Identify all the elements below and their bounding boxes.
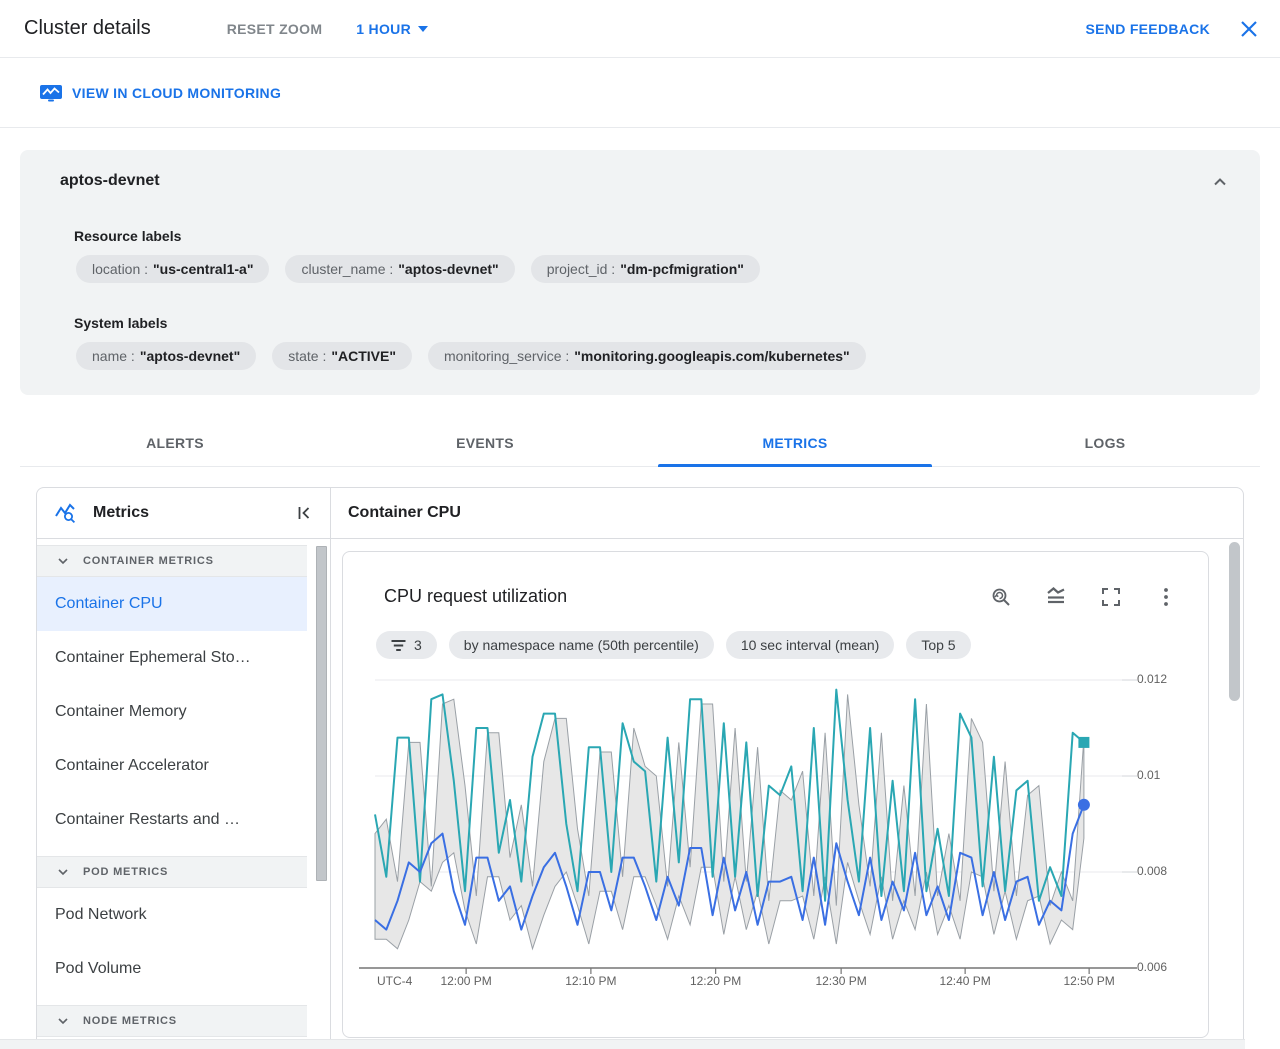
tab-logs[interactable]: LOGS xyxy=(950,420,1260,466)
tab-metrics[interactable]: METRICS xyxy=(640,420,950,467)
metrics-panel: Metrics Container CPU CONTAINER METRICS … xyxy=(36,487,1244,1049)
time-range-label: 1 HOUR xyxy=(356,20,411,37)
label-chip[interactable]: location : "us-central1-a" xyxy=(76,255,270,283)
tab-alerts[interactable]: ALERTS xyxy=(20,420,330,466)
chevron-down-icon xyxy=(58,1018,68,1025)
chart-body: UTC-4 12:00 PM 12:10 PM 12:20 PM 12:30 PM 12… xyxy=(343,666,1210,1006)
groupby-chip[interactable]: by namespace name (50th percentile) xyxy=(448,631,714,659)
x-tick-label: 12:20 PM xyxy=(689,974,742,988)
monitoring-link-row: VIEW IN CLOUD MONITORING xyxy=(0,59,1280,128)
sidebar-item-container-ephemeral-storage[interactable]: Container Ephemeral Sto… xyxy=(37,631,307,685)
chart-plot[interactable] xyxy=(359,666,1137,978)
system-labels-row: name : "aptos-devnet" state : "ACTIVE" m… xyxy=(76,342,866,370)
main-header: Container CPU xyxy=(331,488,1243,538)
section-container-metrics[interactable]: CONTAINER METRICS xyxy=(37,545,307,577)
sidebar-item-pod-volume[interactable]: Pod Volume xyxy=(37,942,307,996)
page-title: Cluster details xyxy=(24,17,151,39)
cluster-summary-card: aptos-devnet Resource labels location : … xyxy=(20,150,1260,395)
resource-labels-row: location : "us-central1-a" cluster_name … xyxy=(76,255,760,283)
x-tick-label: 12:50 PM xyxy=(1063,974,1115,988)
close-icon xyxy=(1241,20,1257,37)
main-scrollbar[interactable] xyxy=(1229,542,1240,701)
chevron-up-icon xyxy=(1214,178,1226,186)
chart-card: CPU request utilization 3 by namespace n… xyxy=(342,551,1209,1038)
fullscreen-button[interactable] xyxy=(1099,585,1123,609)
y-tick-label: 0.008 xyxy=(1137,864,1168,878)
tab-bar: ALERTS EVENTS METRICS LOGS xyxy=(20,420,1260,467)
cluster-name: aptos-devnet xyxy=(60,172,160,189)
filter-count-chip[interactable]: 3 xyxy=(376,631,437,659)
section-pod-metrics[interactable]: POD METRICS xyxy=(37,856,307,888)
close-button[interactable] xyxy=(1238,18,1260,40)
sidebar-title: Metrics xyxy=(93,504,150,521)
dialog-header: Cluster details RESET ZOOM 1 HOUR SEND F… xyxy=(0,0,1280,58)
horizontal-scrollbar[interactable] xyxy=(0,1039,1245,1049)
filter-icon xyxy=(391,639,406,651)
y-tick-label: 0.01 xyxy=(1137,768,1161,782)
caret-down-icon xyxy=(417,25,428,32)
main-heading: Container CPU xyxy=(348,504,461,521)
sidebar-item-container-memory[interactable]: Container Memory xyxy=(37,685,307,739)
timezone-label: UTC-4 xyxy=(377,974,413,988)
chevron-down-icon xyxy=(58,558,68,565)
x-tick-label: 12:40 PM xyxy=(939,974,991,988)
panel-header: Metrics Container CPU xyxy=(37,488,1243,539)
chart-title: CPU request utilization xyxy=(384,586,568,606)
y-tick-label: 0.012 xyxy=(1137,672,1168,686)
view-in-cloud-monitoring-link[interactable]: VIEW IN CLOUD MONITORING xyxy=(40,84,282,102)
metrics-icon xyxy=(55,503,76,524)
sidebar-item-pod-network[interactable]: Pod Network xyxy=(37,888,307,942)
x-tick-label: 12:10 PM xyxy=(565,974,617,988)
metrics-sidebar: CONTAINER METRICS Container CPU Containe… xyxy=(37,539,331,1049)
section-node-metrics[interactable]: NODE METRICS xyxy=(37,1005,307,1037)
interval-chip[interactable]: 10 sec interval (mean) xyxy=(725,631,895,659)
monitoring-link-label: VIEW IN CLOUD MONITORING xyxy=(72,85,282,101)
collapse-sidebar-button[interactable] xyxy=(292,501,316,525)
label-chip[interactable]: project_id : "dm-pcfmigration" xyxy=(530,255,760,283)
send-feedback-button[interactable]: SEND FEEDBACK xyxy=(1086,21,1210,37)
sidebar-header: Metrics xyxy=(37,488,331,538)
chevron-down-icon xyxy=(58,869,68,876)
reset-zoom-button[interactable]: RESET ZOOM xyxy=(227,21,323,37)
topn-chip[interactable]: Top 5 xyxy=(906,631,971,659)
y-tick-label: 0.006 xyxy=(1137,960,1168,974)
system-labels-heading: System labels xyxy=(74,315,168,331)
legend-toggle-icon xyxy=(1047,587,1065,604)
chart-filter-chips: 3 by namespace name (50th percentile) 10… xyxy=(376,631,971,659)
label-chip[interactable]: monitoring_service : "monitoring.googlea… xyxy=(427,342,866,370)
chart-toolbar xyxy=(989,585,1178,609)
monitoring-icon xyxy=(40,84,62,101)
collapse-panel-icon xyxy=(298,507,310,519)
legend-toggle-button[interactable] xyxy=(1044,585,1068,609)
zoom-reset-button[interactable] xyxy=(989,585,1013,609)
x-tick-label: 12:30 PM xyxy=(815,974,867,988)
label-chip[interactable]: name : "aptos-devnet" xyxy=(76,342,257,370)
more-options-button[interactable] xyxy=(1154,585,1178,609)
collapse-card-button[interactable] xyxy=(1208,170,1232,194)
sidebar-item-container-restarts[interactable]: Container Restarts and … xyxy=(37,793,307,847)
resource-labels-heading: Resource labels xyxy=(74,228,182,244)
x-tick-label: 12:00 PM xyxy=(440,974,492,988)
sidebar-item-container-accelerator[interactable]: Container Accelerator xyxy=(37,739,307,793)
label-chip[interactable]: cluster_name : "aptos-devnet" xyxy=(285,255,515,283)
zoom-reset-icon xyxy=(992,588,1010,606)
more-vert-icon xyxy=(1164,588,1168,606)
time-range-dropdown[interactable]: 1 HOUR xyxy=(356,21,428,37)
sidebar-scrollbar[interactable] xyxy=(316,546,327,881)
label-chip[interactable]: state : "ACTIVE" xyxy=(272,342,412,370)
fullscreen-icon xyxy=(1102,588,1120,606)
tab-events[interactable]: EVENTS xyxy=(330,420,640,466)
sidebar-item-container-cpu[interactable]: Container CPU xyxy=(37,577,307,631)
